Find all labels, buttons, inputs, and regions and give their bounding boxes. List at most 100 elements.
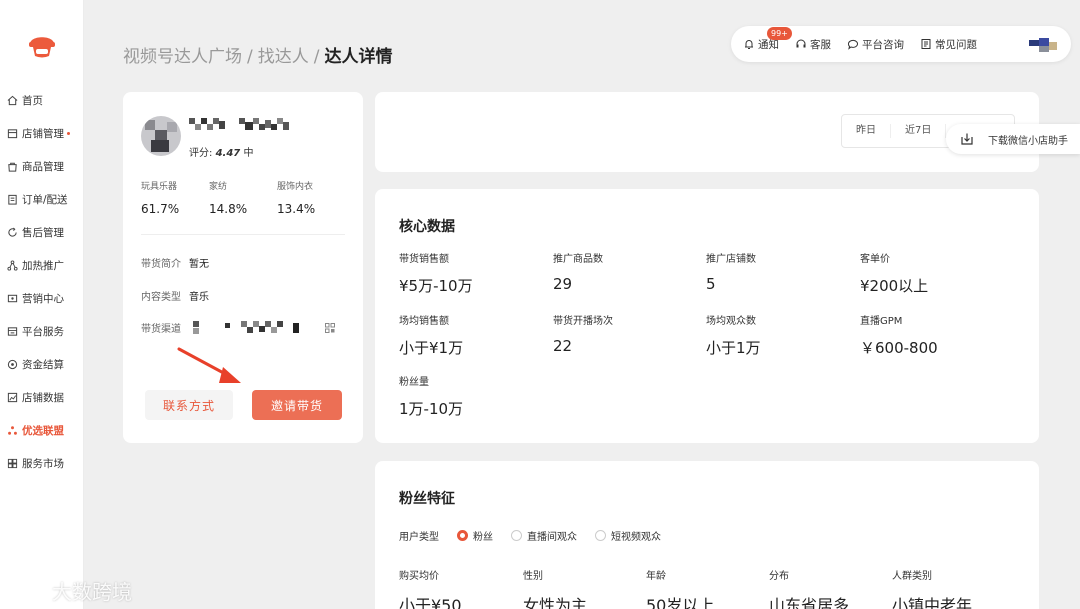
- notification-badge: 99+: [767, 26, 792, 40]
- sidebar-item-label: 首页: [22, 95, 43, 107]
- category-label: 家纺: [209, 182, 228, 192]
- metric-label: 客单价: [860, 254, 890, 265]
- sidebar-item-market[interactable]: 服务市场: [0, 447, 84, 480]
- category-item: 玩具乐器 61.7%: [141, 179, 209, 216]
- influencer-name-masked: [189, 118, 289, 130]
- contact-button[interactable]: 联系方式: [145, 390, 233, 420]
- order-icon: [7, 194, 18, 205]
- sidebar-item-marketing[interactable]: 营销中心: [0, 282, 84, 315]
- metric-value: ¥5万-10万: [399, 277, 473, 295]
- intro-row: 带货简介 暂无: [141, 255, 209, 270]
- category-item: 服饰内衣 13.4%: [277, 179, 345, 216]
- radio-fans[interactable]: 粉丝: [457, 528, 493, 543]
- sidebar-item-store[interactable]: 店铺管理: [0, 117, 84, 150]
- breadcrumb-link-square[interactable]: 视频号达人广场: [123, 47, 242, 67]
- coin-icon: [7, 359, 18, 370]
- category-distribution: 玩具乐器 61.7% 家纺 14.8% 服饰内衣 13.4%: [141, 179, 351, 216]
- metric-value: 22: [553, 337, 573, 355]
- radio-video-viewers[interactable]: 短视频观众: [595, 528, 661, 543]
- metric-label: 场均观众数: [706, 316, 756, 327]
- metric-item: 直播GPM ￥600-800: [860, 312, 1010, 358]
- sidebar-item-data[interactable]: 店铺数据: [0, 381, 84, 414]
- sidebar-item-products[interactable]: 商品管理: [0, 150, 84, 183]
- radio-live-viewers[interactable]: 直播间观众: [511, 528, 577, 543]
- core-data-title: 核心数据: [399, 219, 455, 235]
- sidebar-item-aftersales[interactable]: 售后管理: [0, 216, 84, 249]
- sidebar-item-label: 店铺管理: [22, 128, 64, 140]
- metric-value: 小于1万: [706, 339, 761, 357]
- fan-metric-label: 分布: [769, 571, 789, 582]
- metric-item: 粉丝量 1万-10万: [399, 373, 549, 419]
- score-level: 中: [243, 148, 254, 159]
- download-icon: [961, 133, 973, 145]
- metric-item: 带货销售额 ¥5万-10万: [399, 250, 549, 296]
- sidebar-item-label: 资金结算: [22, 359, 64, 371]
- metric-value: 29: [553, 275, 573, 293]
- category-label: 玩具乐器: [141, 182, 178, 192]
- sidebar-item-label: 加热推广: [22, 260, 64, 272]
- sidebar-item-label: 服务市场: [22, 458, 64, 470]
- metric-item: 场均销售额 小于¥1万: [399, 312, 549, 358]
- grid-icon: [7, 458, 18, 469]
- date-option-yesterday[interactable]: 昨日: [842, 124, 891, 138]
- fan-metric-value: 50岁以上: [646, 596, 715, 609]
- fan-metric-value: 小镇中老年: [892, 596, 973, 609]
- date-range-card: 昨日 近7日: [375, 92, 1039, 172]
- sidebar-item-label: 平台服务: [22, 326, 64, 338]
- sidebar-item-promotion[interactable]: 加热推广: [0, 249, 84, 282]
- metric-value: 5: [706, 275, 716, 293]
- channel-row: 带货渠道: [141, 320, 335, 335]
- store-icon: [7, 128, 18, 139]
- category-value: 13.4%: [277, 202, 316, 216]
- qrcode-icon[interactable]: [325, 322, 335, 333]
- fan-metric-item: 性别 女性为主: [523, 567, 587, 609]
- radio-unchecked-icon: [595, 530, 606, 541]
- notification-button[interactable]: 通知 99+: [743, 26, 792, 52]
- sidebar-item-finance[interactable]: 资金结算: [0, 348, 84, 381]
- ticket-icon: [7, 293, 18, 304]
- watermark: 大数跨境: [8, 576, 132, 605]
- fan-metric-label: 年龄: [646, 571, 666, 582]
- sidebar-item-platform[interactable]: 平台服务: [0, 315, 84, 348]
- category-value: 61.7%: [141, 202, 180, 216]
- fan-metric-value: 小于¥50: [399, 596, 462, 609]
- shop-logo-icon[interactable]: [26, 30, 58, 60]
- user-type-label: 用户类型: [399, 532, 439, 543]
- download-helper-label: 下载微信小店助手: [988, 135, 1068, 147]
- fan-metric-label: 购买均价: [399, 571, 439, 582]
- category-value: 14.8%: [209, 202, 248, 216]
- radio-label: 粉丝: [473, 532, 493, 543]
- date-option-7days[interactable]: 近7日: [891, 124, 947, 138]
- platform-icon: [7, 326, 18, 337]
- sidebar-item-alliance[interactable]: 优选联盟: [0, 414, 84, 447]
- category-label: 服饰内衣: [277, 182, 314, 192]
- breadcrumb-link-find[interactable]: 找达人: [258, 47, 309, 67]
- radio-checked-icon: [457, 530, 468, 541]
- document-icon: [921, 39, 931, 49]
- sidebar-item-home[interactable]: 首页: [0, 84, 84, 117]
- influencer-score: 评分: 4.47 中: [189, 144, 253, 159]
- intro-value: 暂无: [189, 259, 209, 270]
- notification-dot: [67, 132, 70, 135]
- refresh-icon: [7, 227, 18, 238]
- sidebar-item-orders[interactable]: 订单/配送: [0, 183, 84, 216]
- divider: [141, 234, 345, 235]
- faq-button[interactable]: 常见问题: [920, 37, 977, 52]
- sidebar-item-label: 订单/配送: [22, 194, 68, 206]
- fan-metric-item: 年龄 50岁以上: [646, 567, 714, 609]
- metric-label: 带货销售额: [399, 254, 449, 265]
- user-avatar[interactable]: [1029, 34, 1059, 54]
- radio-label: 直播间观众: [527, 532, 577, 543]
- customer-service-button[interactable]: 客服: [795, 37, 831, 52]
- platform-consult-button[interactable]: 平台咨询: [847, 37, 904, 52]
- metric-item: 带货开播场次 22: [553, 312, 703, 355]
- fan-metric-label: 人群类别: [892, 571, 932, 582]
- sidebar-item-label: 店铺数据: [22, 392, 64, 404]
- invite-button[interactable]: 邀请带货: [252, 390, 342, 420]
- score-value: 4.47: [215, 148, 241, 159]
- breadcrumb: 视频号达人广场 / 找达人 / 达人详情: [123, 47, 393, 67]
- fan-metric-item: 购买均价 小于¥50: [399, 567, 462, 609]
- headset-icon: [796, 39, 806, 48]
- download-helper-button[interactable]: 下载微信小店助手: [946, 124, 1080, 154]
- score-label: 评分:: [189, 148, 213, 159]
